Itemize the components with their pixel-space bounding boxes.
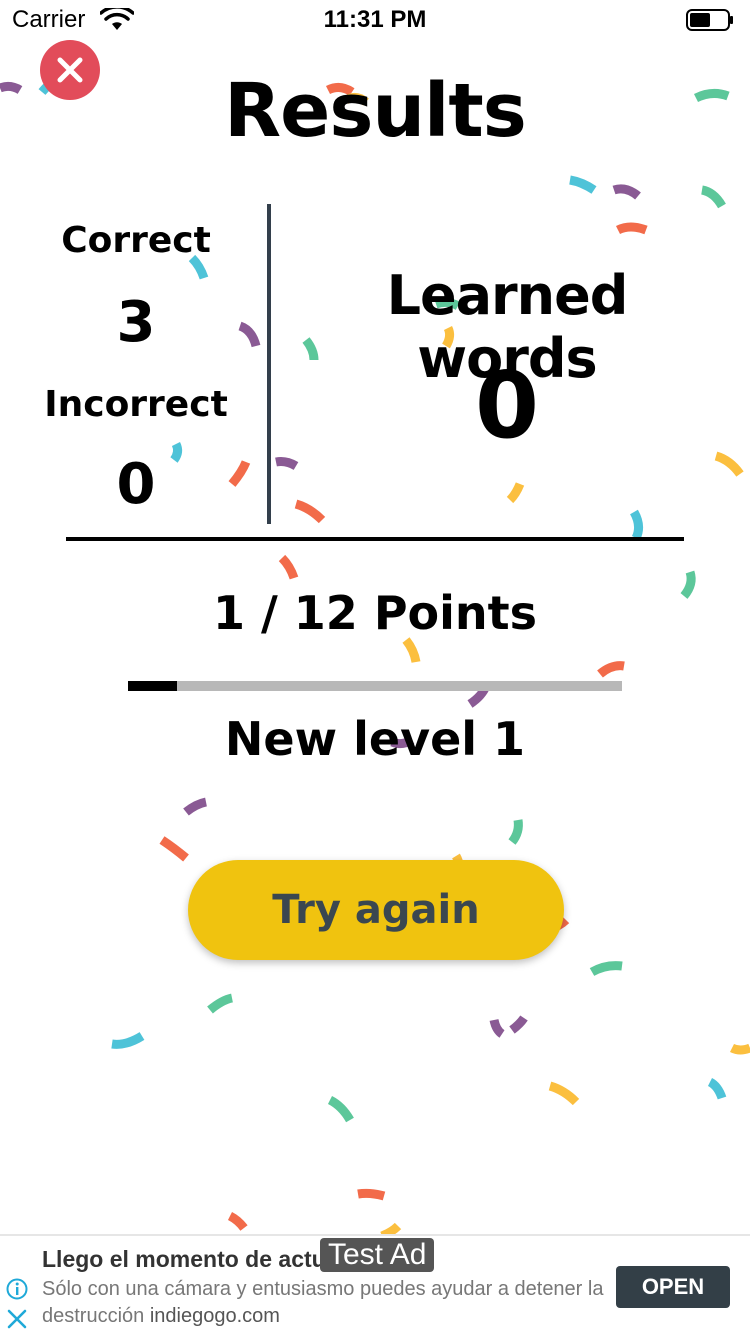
- vertical-divider: [267, 204, 271, 524]
- info-icon[interactable]: [6, 1278, 28, 1300]
- new-level-text: New level 1: [224, 712, 526, 766]
- level-progress-fill: [128, 681, 178, 691]
- ad-close-icon[interactable]: [6, 1308, 28, 1330]
- correct-label: Correct: [61, 220, 211, 261]
- status-bar: Carrier 11:31 PM: [0, 0, 750, 40]
- clock: 11:31 PM: [323, 6, 427, 33]
- test-ad-badge: Test Ad: [320, 1238, 435, 1272]
- confetti-layer: [0, 71, 750, 1241]
- page-title: Results: [224, 68, 527, 154]
- learned-words-value: 0: [474, 352, 539, 459]
- ad-domain[interactable]: indiegogo.com: [150, 1305, 280, 1327]
- ad-description: Sólo con una cámara y entusiasmo puedes …: [42, 1276, 612, 1330]
- correct-value: 3: [116, 290, 156, 355]
- try-again-button[interactable]: Try again: [188, 860, 564, 960]
- ad-description-text: Sólo con una cámara y entusiasmo puedes …: [42, 1278, 604, 1327]
- ad-banner[interactable]: Llego el momento de actu Test Ad Sólo co…: [0, 1234, 750, 1336]
- points-text: 1 / 12 Points: [212, 586, 538, 640]
- incorrect-value: 0: [116, 452, 156, 517]
- level-progress-bar: [128, 681, 622, 691]
- incorrect-label: Incorrect: [44, 384, 228, 425]
- ad-open-button[interactable]: OPEN: [616, 1266, 730, 1308]
- battery-icon: [686, 9, 733, 31]
- horizontal-divider: [66, 537, 684, 541]
- ad-title[interactable]: Llego el momento de actu: [42, 1246, 326, 1273]
